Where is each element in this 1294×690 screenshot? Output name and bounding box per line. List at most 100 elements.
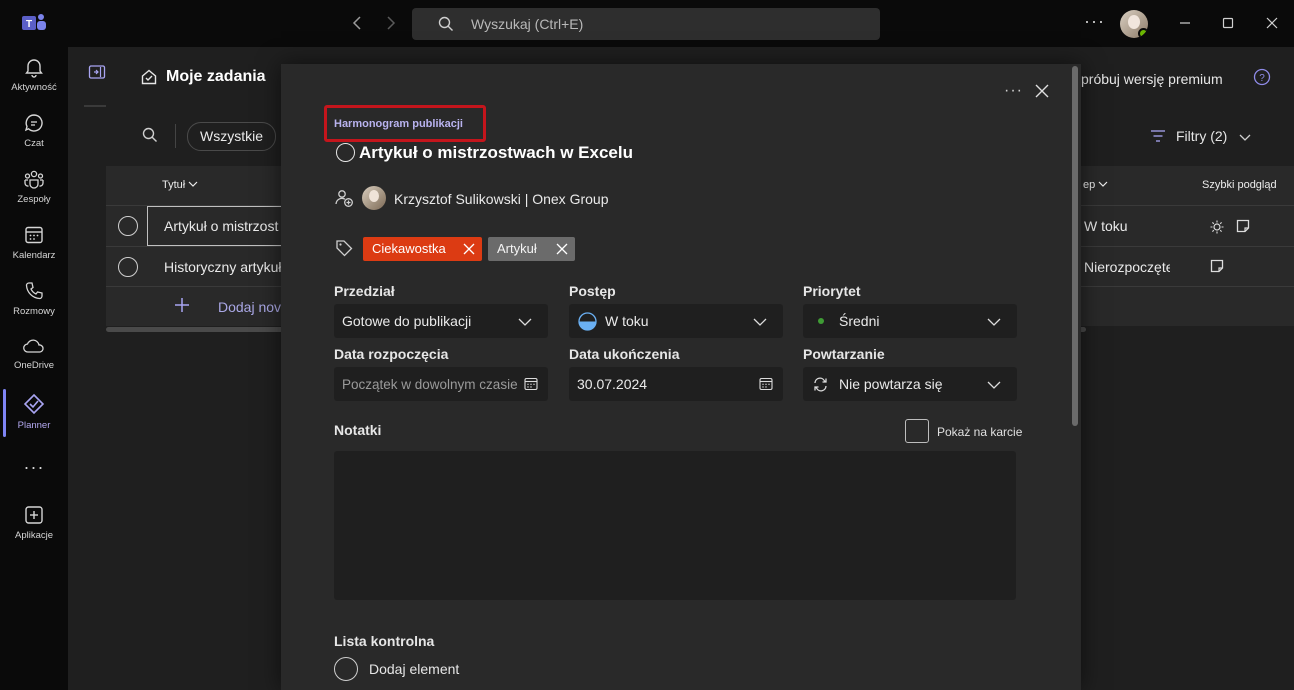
- rail-item-activity[interactable]: Aktywność: [0, 56, 68, 112]
- task-complete-checkbox[interactable]: [118, 216, 138, 236]
- sidebar-toggle-icon[interactable]: [88, 63, 106, 81]
- more-apps-icon[interactable]: ···: [0, 457, 68, 477]
- calendar-icon[interactable]: [524, 377, 538, 391]
- back-arrow-icon[interactable]: [348, 13, 368, 33]
- plan-name-link[interactable]: Harmonogram publikacji: [334, 118, 463, 130]
- column-header-progress[interactable]: ep: [1083, 179, 1108, 191]
- calendar-icon: [25, 226, 43, 244]
- bucket-dropdown[interactable]: Gotowe do publikacji: [334, 304, 548, 338]
- progress-dropdown[interactable]: W toku: [569, 304, 783, 338]
- notes-textarea[interactable]: [334, 451, 1016, 600]
- add-new-task-button[interactable]: Dodaj nov: [218, 299, 281, 315]
- column-title-label: Tytuł: [162, 179, 186, 191]
- repeat-dropdown[interactable]: Nie powtarza się: [803, 367, 1017, 401]
- repeat-icon: [814, 377, 827, 392]
- chat-icon: [24, 114, 43, 132]
- app-rail: Aktywność Czat Zespoły Kalendarz Rozmowy…: [0, 47, 68, 690]
- rail-item-onedrive[interactable]: OneDrive: [0, 336, 68, 392]
- priority-dropdown[interactable]: Średni: [803, 304, 1017, 338]
- more-options-icon[interactable]: ···: [1084, 11, 1105, 32]
- search-icon: [438, 16, 453, 31]
- forward-arrow-icon[interactable]: [380, 13, 400, 33]
- priority-value: Średni: [839, 313, 880, 329]
- task-complete-checkbox[interactable]: [118, 257, 138, 277]
- chevron-down-icon: [987, 381, 1001, 389]
- svg-text:T: T: [26, 19, 32, 30]
- assignee-name: Krzysztof Sulikowski | Onex Group: [394, 191, 609, 207]
- assign-person-icon[interactable]: [334, 188, 354, 208]
- due-date-value: 30.07.2024: [577, 376, 648, 392]
- close-icon[interactable]: [1035, 84, 1049, 98]
- start-date-placeholder: Początek w dowolnym czasie: [342, 377, 518, 392]
- task-details-dialog: ··· Harmonogram publikacji Artykuł o mis…: [281, 64, 1081, 690]
- rail-item-calls[interactable]: Rozmowy: [0, 280, 68, 336]
- priority-label: Priorytet: [803, 283, 861, 299]
- dialog-scrollbar[interactable]: [1072, 66, 1078, 426]
- premium-link[interactable]: próbuj wersję premium: [1081, 71, 1223, 87]
- close-window-icon[interactable]: [1261, 12, 1283, 34]
- remove-label-icon[interactable]: [463, 243, 475, 255]
- column-header-quick-view[interactable]: Szybki podgląd: [1202, 179, 1277, 191]
- checklist-item-checkbox[interactable]: [334, 657, 358, 681]
- divider: [175, 124, 176, 148]
- table-row-status: Nierozpoczęte: [1084, 259, 1170, 275]
- my-tasks-icon: [141, 69, 157, 85]
- help-icon[interactable]: ?: [1253, 68, 1271, 86]
- add-icon[interactable]: [174, 297, 190, 313]
- tag-icon[interactable]: [335, 239, 353, 257]
- more-options-icon[interactable]: ···: [1004, 82, 1023, 100]
- rail-label: Czat: [24, 138, 44, 149]
- rail-item-chat[interactable]: Czat: [0, 112, 68, 168]
- filters-label: Filtry (2): [1176, 128, 1228, 144]
- teams-icon: [24, 170, 44, 189]
- rail-label: Zespoły: [17, 194, 51, 205]
- show-on-card-checkbox[interactable]: [905, 419, 929, 443]
- chevron-down-icon: [1239, 134, 1251, 141]
- task-complete-checkbox[interactable]: [336, 143, 355, 162]
- assignee-avatar[interactable]: [362, 186, 386, 210]
- note-icon[interactable]: [1235, 218, 1251, 234]
- maximize-icon[interactable]: [1217, 12, 1239, 34]
- column-progress-label: ep: [1083, 179, 1096, 191]
- search-icon[interactable]: [142, 127, 158, 143]
- start-date-input[interactable]: Początek w dowolnym czasie: [334, 367, 548, 401]
- rail-label: Planner: [17, 420, 51, 431]
- chevron-down-icon: [188, 181, 198, 187]
- title-bar: T Wyszukaj (Ctrl+E) ···: [0, 0, 1294, 47]
- calendar-icon[interactable]: [759, 377, 773, 391]
- chevron-down-icon: [1098, 181, 1108, 187]
- progress-label: Postęp: [569, 283, 616, 299]
- minimize-icon[interactable]: [1174, 12, 1196, 34]
- phone-icon: [25, 282, 43, 300]
- repeat-label: Powtarzanie: [803, 346, 885, 362]
- rail-label: Aktywność: [11, 82, 57, 93]
- chevron-down-icon: [753, 318, 767, 326]
- start-date-label: Data rozpoczęcia: [334, 346, 449, 362]
- presence-available-icon: [1138, 28, 1148, 38]
- bell-icon: [25, 59, 43, 78]
- due-date-input[interactable]: 30.07.2024: [569, 367, 783, 401]
- toggle-underline: [84, 105, 106, 107]
- task-title-input[interactable]: Artykuł o mistrzostwach w Excelu: [359, 143, 633, 163]
- svg-text:?: ?: [1259, 73, 1265, 84]
- label-tag[interactable]: Ciekawostka: [363, 237, 482, 261]
- rail-label: Aplikacje: [14, 530, 54, 541]
- rail-item-apps[interactable]: Aplikacje: [0, 504, 68, 560]
- rail-item-planner[interactable]: Planner: [0, 392, 68, 448]
- rail-item-calendar[interactable]: Kalendarz: [0, 224, 68, 280]
- rail-item-teams[interactable]: Zespoły: [0, 168, 68, 224]
- rail-label: Rozmowy: [13, 306, 55, 317]
- rail-label: OneDrive: [13, 360, 55, 371]
- table-row-title[interactable]: Artykuł o mistrzost: [164, 218, 278, 234]
- user-avatar[interactable]: [1120, 10, 1148, 38]
- global-search-input[interactable]: Wyszukaj (Ctrl+E): [412, 8, 880, 40]
- filter-all-button[interactable]: Wszystkie: [187, 122, 276, 151]
- planner-icon: [23, 393, 45, 415]
- remove-label-icon[interactable]: [556, 243, 568, 255]
- table-row-title[interactable]: Historyczny artykuł: [164, 259, 281, 275]
- column-header-title[interactable]: Tytuł: [162, 179, 198, 191]
- label-tag[interactable]: Artykuł: [488, 237, 575, 261]
- add-checklist-item-input[interactable]: Dodaj element: [369, 661, 459, 677]
- progress-value: W toku: [605, 313, 649, 329]
- note-icon[interactable]: [1209, 258, 1225, 274]
